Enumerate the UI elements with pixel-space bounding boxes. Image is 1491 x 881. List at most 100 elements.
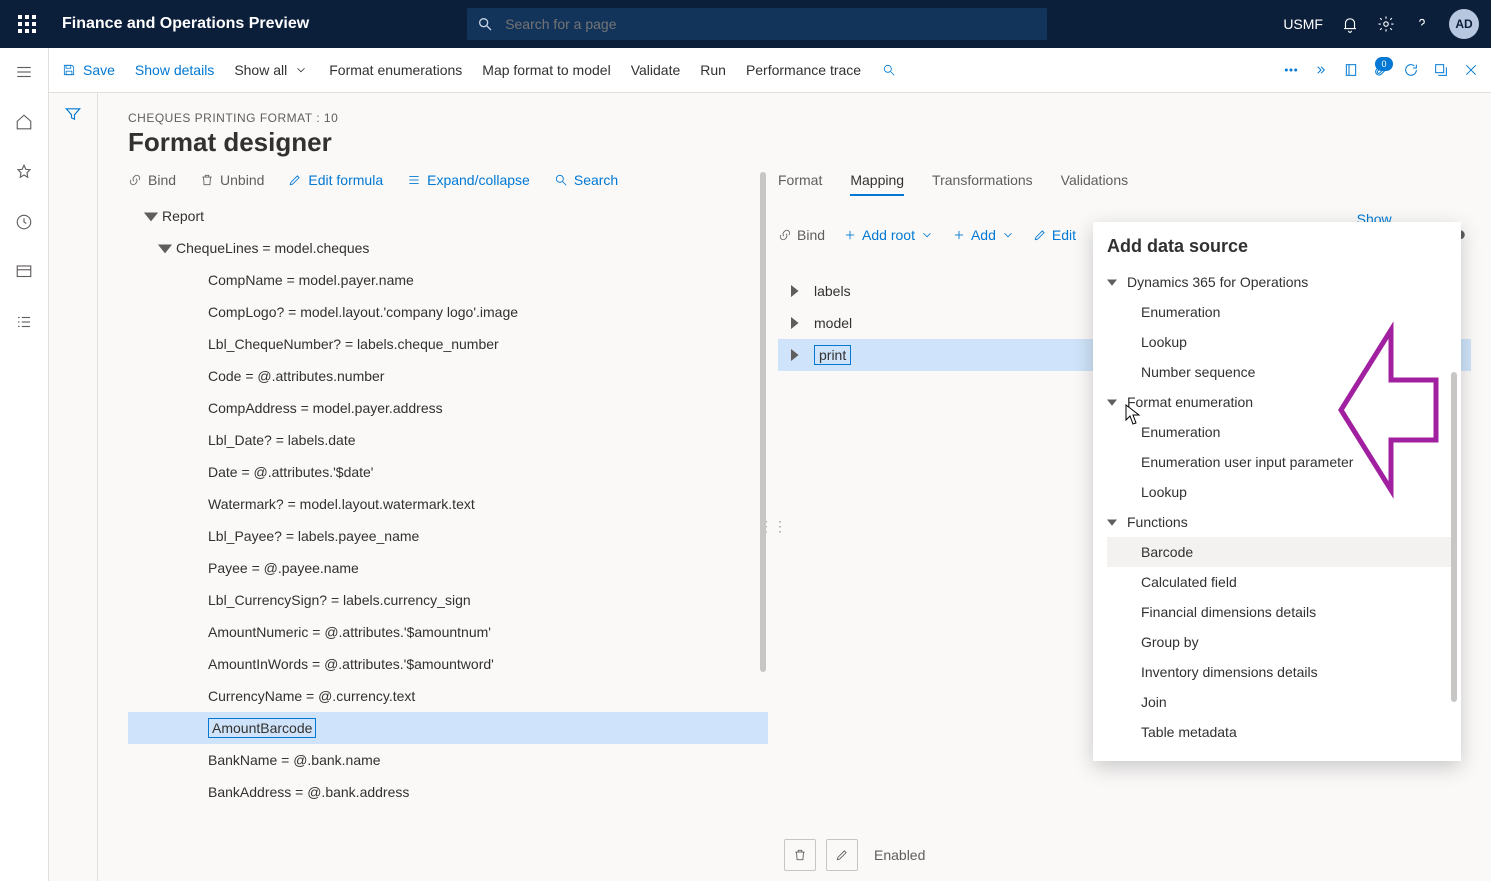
expand-collapse-button[interactable]: Expand/collapse (407, 172, 530, 188)
tree-node[interactable]: Lbl_CurrencySign? = labels.currency_sign (128, 584, 768, 616)
tree-node[interactable]: CompName = model.payer.name (128, 264, 768, 296)
validate-label: Validate (631, 62, 681, 78)
plus-icon (843, 228, 857, 242)
pencil-icon (835, 848, 849, 862)
popover-group[interactable]: Format enumeration (1107, 387, 1457, 417)
footer-edit-button[interactable] (826, 839, 858, 871)
office-icon[interactable] (1343, 62, 1359, 78)
tree-label: Lbl_Payee? = labels.payee_name (208, 528, 419, 544)
bell-icon[interactable] (1341, 15, 1359, 33)
filter-icon[interactable] (64, 105, 82, 123)
tree-node[interactable]: Date = @.attributes.'$date' (128, 456, 768, 488)
tree-node[interactable]: Payee = @.payee.name (128, 552, 768, 584)
tab-transformations[interactable]: Transformations (932, 172, 1033, 196)
tree-node[interactable]: AmountBarcode (128, 712, 768, 744)
attachments-button[interactable]: 0 (1373, 61, 1389, 80)
tree-node[interactable]: BankName = @.bank.name (128, 744, 768, 776)
popover-item[interactable]: Lookup (1107, 477, 1457, 507)
popover-item[interactable]: Group by (1107, 627, 1457, 657)
tree-label: BankName = @.bank.name (208, 752, 381, 768)
tree-node[interactable]: Lbl_ChequeNumber? = labels.cheque_number (128, 328, 768, 360)
tree-node[interactable]: AmountNumeric = @.attributes.'$amountnum… (128, 616, 768, 648)
splitter[interactable]: ⋮⋮ (768, 172, 778, 881)
tab-validations[interactable]: Validations (1061, 172, 1128, 196)
popover-item[interactable]: Inventory dimensions details (1107, 657, 1457, 687)
r-bind-button[interactable]: Bind (778, 227, 825, 243)
run-button[interactable]: Run (700, 62, 726, 78)
popover-item[interactable]: Enumeration user input parameter (1107, 447, 1457, 477)
popover-scrollbar[interactable] (1451, 372, 1457, 702)
popover-group-label: Dynamics 365 for Operations (1127, 274, 1308, 290)
tab-format[interactable]: Format (778, 172, 822, 196)
perf-trace-button[interactable]: Performance trace (746, 62, 861, 78)
tree-node-report[interactable]: Report (128, 200, 768, 232)
popover-item[interactable]: Table metadata (1107, 717, 1457, 747)
format-tree[interactable]: Report ChequeLines = model.cheques CompNam… (128, 200, 768, 808)
popover-item[interactable]: Join (1107, 687, 1457, 717)
add-label: Add (971, 227, 996, 243)
connector-icon[interactable] (1313, 62, 1329, 78)
popover-group[interactable]: Functions (1107, 507, 1457, 537)
tree-label: ChequeLines = model.cheques (176, 240, 369, 256)
trash-icon (793, 848, 807, 862)
popover-item[interactable]: Enumeration (1107, 297, 1457, 327)
tab-mapping[interactable]: Mapping (850, 172, 904, 196)
tree-node[interactable]: BankAddress = @.bank.address (128, 776, 768, 808)
popover-item[interactable]: Number sequence (1107, 357, 1457, 387)
tree-label: Report (162, 208, 204, 224)
show-details-button[interactable]: Show details (135, 62, 214, 78)
tree-node[interactable]: Lbl_Date? = labels.date (128, 424, 768, 456)
page-search-button[interactable] (881, 63, 897, 77)
validate-button[interactable]: Validate (631, 62, 681, 78)
popover-item[interactable]: Lookup (1107, 327, 1457, 357)
tree-scrollbar[interactable] (760, 172, 766, 672)
tree-node-chequelines[interactable]: ChequeLines = model.cheques (128, 232, 768, 264)
popout-icon[interactable] (1433, 62, 1449, 78)
company-label[interactable]: USMF (1283, 16, 1323, 32)
format-tree-pane: Bind Unbind Edit formula Expand/collapse… (98, 172, 768, 881)
footer-delete-button[interactable] (784, 839, 816, 871)
tree-node[interactable]: Lbl_Payee? = labels.payee_name (128, 520, 768, 552)
tree-node[interactable]: Code = @.attributes.number (128, 360, 768, 392)
close-icon[interactable] (1463, 62, 1479, 78)
workspace-icon[interactable] (8, 256, 40, 288)
format-enum-button[interactable]: Format enumerations (329, 62, 462, 78)
edit-formula-button[interactable]: Edit formula (288, 172, 383, 188)
map-format-button[interactable]: Map format to model (482, 62, 610, 78)
tree-node[interactable]: CompAddress = model.payer.address (128, 392, 768, 424)
star-icon[interactable] (8, 156, 40, 188)
r-edit-button[interactable]: Edit (1033, 227, 1076, 243)
user-avatar[interactable]: AD (1449, 9, 1479, 39)
show-all-button[interactable]: Show all (234, 62, 309, 78)
popover-item[interactable]: Barcode (1107, 537, 1457, 567)
tree-node[interactable]: Watermark? = model.layout.watermark.text (128, 488, 768, 520)
refresh-icon[interactable] (1403, 62, 1419, 78)
unbind-button[interactable]: Unbind (200, 172, 264, 188)
app-launcher-icon[interactable] (12, 9, 42, 39)
tree-label: Lbl_Date? = labels.date (208, 432, 356, 448)
save-button[interactable]: Save (61, 62, 115, 78)
recent-icon[interactable] (8, 206, 40, 238)
modules-icon[interactable] (8, 306, 40, 338)
tree-node[interactable]: AmountInWords = @.attributes.'$amountwor… (128, 648, 768, 680)
tree-node[interactable]: CompLogo? = model.layout.'company logo'.… (128, 296, 768, 328)
popover-item[interactable]: Financial dimensions details (1107, 597, 1457, 627)
tree-search-button[interactable]: Search (554, 172, 618, 188)
tree-label: Lbl_ChequeNumber? = labels.cheque_number (208, 336, 499, 352)
popover-group[interactable]: Dynamics 365 for Operations (1107, 267, 1457, 297)
tree-label: CurrencyName = @.currency.text (208, 688, 415, 704)
add-root-button[interactable]: Add root (843, 227, 934, 243)
gear-icon[interactable] (1377, 15, 1395, 33)
more-icon[interactable] (1283, 62, 1299, 78)
help-icon[interactable] (1413, 15, 1431, 33)
popover-item[interactable]: Enumeration (1107, 417, 1457, 447)
tree-node[interactable]: CurrencyName = @.currency.text (128, 680, 768, 712)
bind-button[interactable]: Bind (128, 172, 176, 188)
plus-icon (952, 228, 966, 242)
hamburger-icon[interactable] (8, 56, 40, 88)
global-search[interactable] (467, 8, 1047, 40)
add-button[interactable]: Add (952, 227, 1015, 243)
global-search-input[interactable] (503, 15, 1037, 33)
home-icon[interactable] (8, 106, 40, 138)
popover-item[interactable]: Calculated field (1107, 567, 1457, 597)
